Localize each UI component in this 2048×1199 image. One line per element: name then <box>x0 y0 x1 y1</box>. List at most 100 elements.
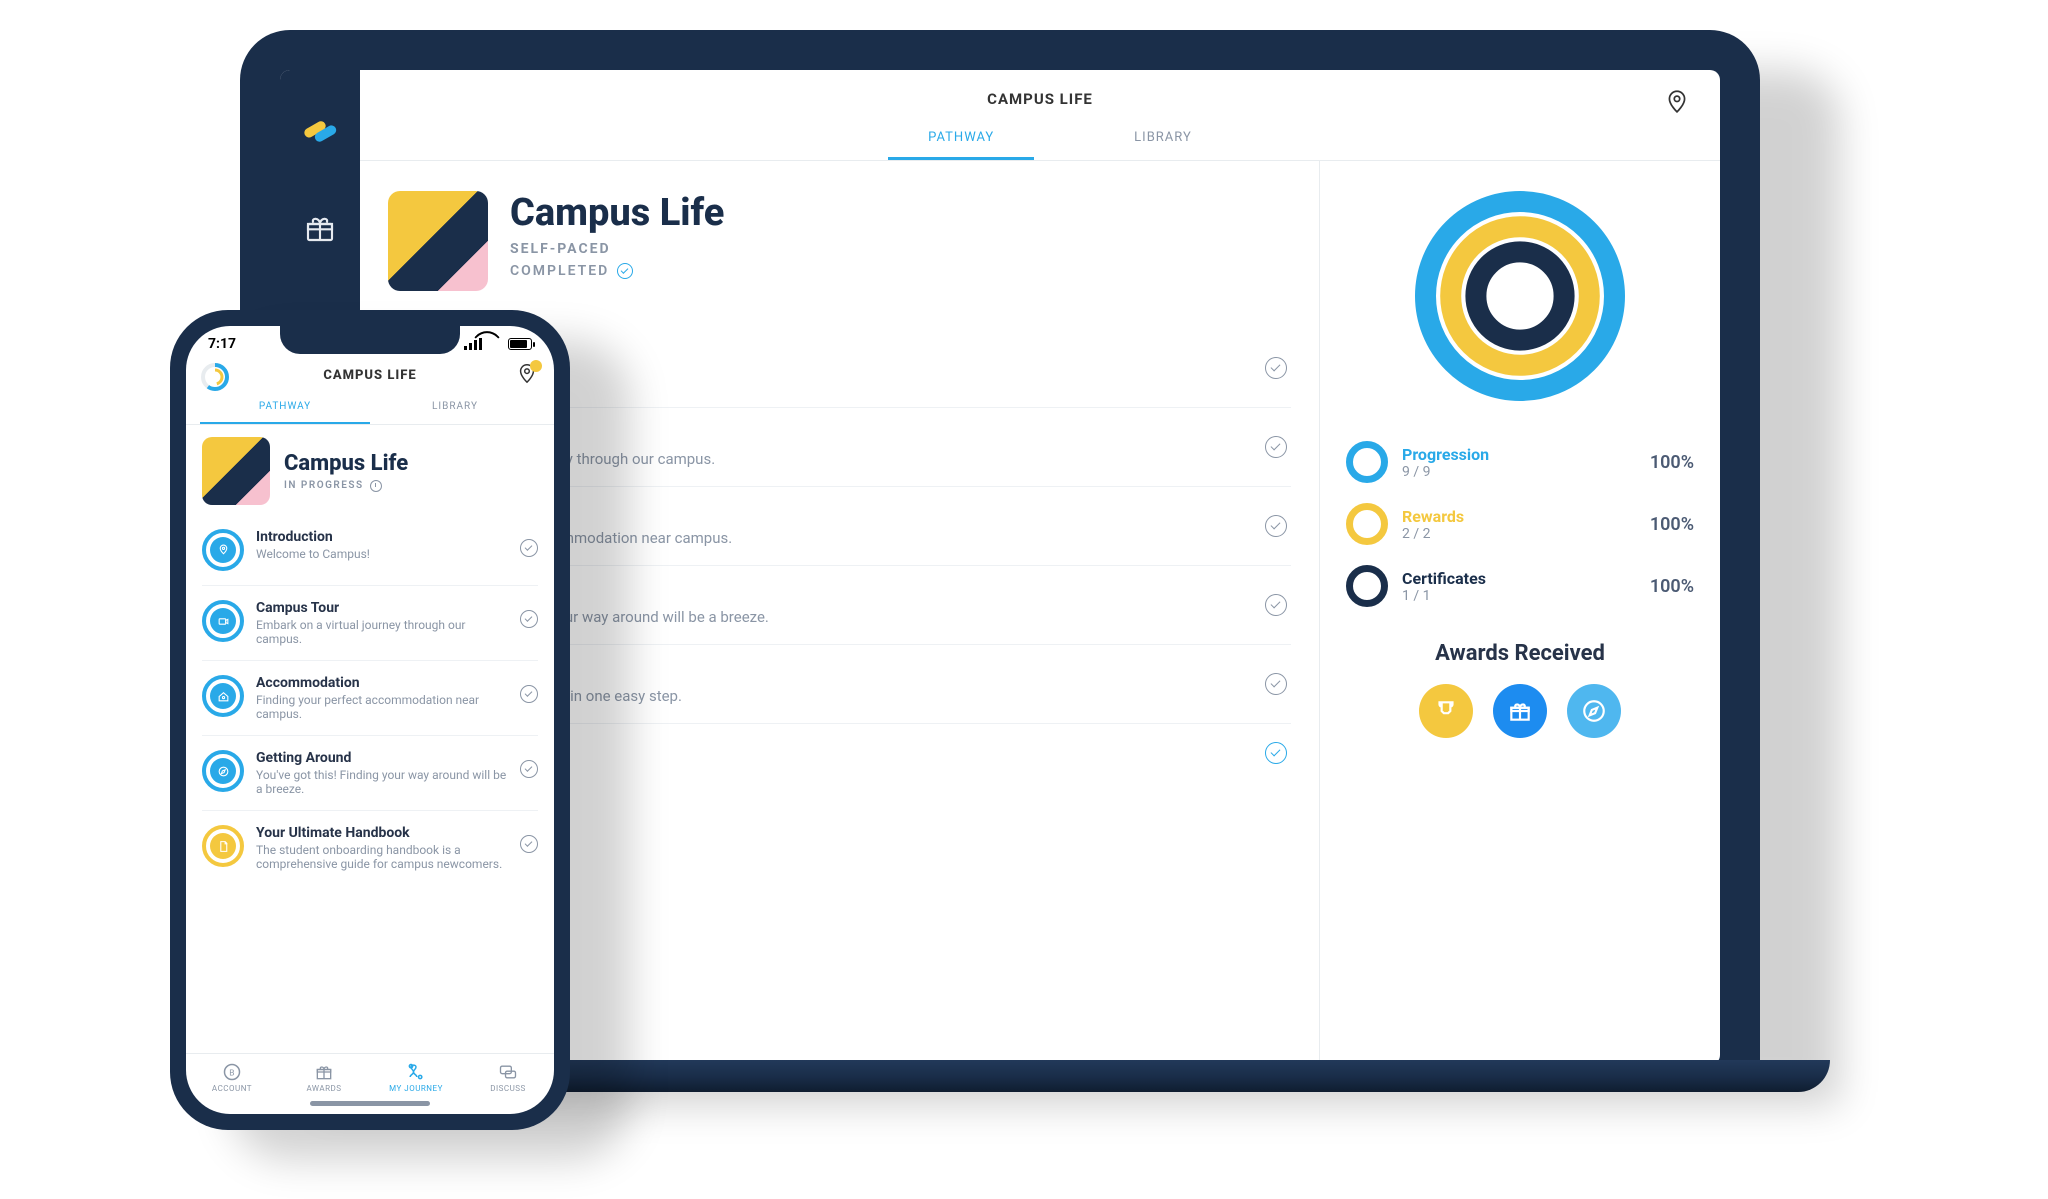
home-icon <box>202 675 244 717</box>
award-badge-cup-icon[interactable] <box>1419 684 1473 738</box>
item-subtitle: Welcome to Campus! <box>256 547 508 561</box>
check-circle-icon <box>1265 357 1287 379</box>
phone-tabs: PATHWAY LIBRARY <box>200 401 540 424</box>
progress-donut <box>1346 191 1694 401</box>
stat-progression: Progression 9 / 9 100% <box>1346 431 1694 493</box>
check-circle-icon <box>617 263 633 279</box>
check-circle-icon <box>520 539 538 557</box>
stat-value: 9 / 9 <box>1402 464 1636 480</box>
list-item[interactable]: Your Ultimate Handbook The student onboa… <box>202 811 538 885</box>
item-subtitle: The student onboarding handbook is a com… <box>256 843 508 871</box>
item-title: Introduction <box>256 529 508 545</box>
item-title: Your Ultimate Handbook <box>256 825 508 841</box>
check-circle-icon <box>520 610 538 628</box>
course-hero-text: Campus Life IN PROGRESS <box>284 451 408 492</box>
nav-label: MY JOURNEY <box>389 1084 443 1093</box>
ring-icon <box>1346 565 1388 607</box>
bottom-nav: B ACCOUNT AWARDS MY JOURNEY DISCUSS <box>186 1053 554 1097</box>
stat-percent: 100% <box>1650 514 1694 535</box>
check-circle-icon <box>520 685 538 703</box>
wifi-icon <box>487 338 503 350</box>
item-title: Accommodation <box>256 675 508 691</box>
list-item[interactable]: Campus Tour Embark on a virtual journey … <box>202 586 538 661</box>
course-hero-text: Campus Life SELF-PACED COMPLETED <box>510 191 724 279</box>
check-circle-icon <box>1265 742 1287 764</box>
course-type: SELF-PACED <box>510 241 724 257</box>
laptop-stats-panel: Progression 9 / 9 100% Rewards 2 / 2 1 <box>1320 161 1720 1065</box>
course-title: Campus Life <box>510 191 724 235</box>
compass-icon <box>202 750 244 792</box>
stat-label: Certificates <box>1402 569 1636 588</box>
nav-label: DISCUSS <box>490 1084 526 1093</box>
course-hero: Campus Life IN PROGRESS <box>202 437 538 505</box>
pin-icon <box>202 529 244 571</box>
phone-frame: 7:17 CAMPUS LIFE PATHWA <box>170 310 570 1130</box>
app-title: CAMPUS LIFE <box>360 90 1720 108</box>
home-indicator[interactable] <box>310 1101 430 1106</box>
course-title: Campus Life <box>284 451 408 476</box>
clock-icon <box>370 480 382 492</box>
tab-library[interactable]: LIBRARY <box>370 401 540 424</box>
location-pin-icon[interactable] <box>514 362 540 388</box>
tab-library[interactable]: LIBRARY <box>1134 130 1192 160</box>
check-circle-icon <box>1265 673 1287 695</box>
stat-value: 2 / 2 <box>1402 526 1636 542</box>
list-item[interactable]: Introduction Welcome to Campus! <box>202 515 538 586</box>
course-thumbnail <box>388 191 488 291</box>
nav-awards[interactable]: AWARDS <box>278 1062 370 1093</box>
pathway-list: Introduction Welcome to Campus! Campus T… <box>202 515 538 885</box>
app-logo[interactable] <box>299 110 341 152</box>
check-circle-icon <box>1265 594 1287 616</box>
course-hero: Campus Life SELF-PACED COMPLETED <box>388 191 1291 291</box>
statusbar-icons <box>464 336 532 352</box>
app-title: CAMPUS LIFE <box>200 368 540 383</box>
ring-icon <box>1346 503 1388 545</box>
video-icon <box>202 600 244 642</box>
item-subtitle: Embark on a virtual journey through our … <box>256 618 508 646</box>
award-badge-gift-icon[interactable] <box>1493 684 1547 738</box>
gift-icon[interactable] <box>304 212 336 244</box>
award-badges <box>1346 684 1694 738</box>
tab-pathway[interactable]: PATHWAY <box>200 401 370 424</box>
nav-discuss[interactable]: DISCUSS <box>462 1062 554 1093</box>
phone-notch <box>280 326 460 354</box>
course-status: COMPLETED <box>510 263 724 279</box>
awards-title: Awards Received <box>1346 641 1694 666</box>
award-badge-compass-icon[interactable] <box>1567 684 1621 738</box>
course-status: IN PROGRESS <box>284 480 408 492</box>
check-circle-icon <box>1265 436 1287 458</box>
laptop-tabs: PATHWAY LIBRARY <box>360 130 1720 160</box>
nav-label: ACCOUNT <box>212 1084 252 1093</box>
course-thumbnail <box>202 437 270 505</box>
phone-screen: 7:17 CAMPUS LIFE PATHWA <box>186 326 554 1114</box>
item-subtitle: Finding your perfect accommodation near … <box>256 693 508 721</box>
tab-pathway[interactable]: PATHWAY <box>888 130 1034 160</box>
stat-label: Progression <box>1402 445 1636 464</box>
battery-icon <box>508 338 532 350</box>
item-title: Campus Tour <box>256 600 508 616</box>
stat-rewards: Rewards 2 / 2 100% <box>1346 493 1694 555</box>
stat-percent: 100% <box>1650 576 1694 597</box>
stat-value: 1 / 1 <box>1402 588 1636 604</box>
svg-text:B: B <box>229 1068 235 1078</box>
course-status-label: IN PROGRESS <box>284 480 364 491</box>
laptop-header: CAMPUS LIFE PATHWAY LIBRARY <box>360 70 1720 161</box>
check-circle-icon <box>1265 515 1287 537</box>
list-item[interactable]: Accommodation Finding your perfect accom… <box>202 661 538 736</box>
notification-badge <box>530 360 542 372</box>
list-item[interactable]: Getting Around You've got this! Finding … <box>202 736 538 811</box>
progress-ring-icon[interactable] <box>200 362 230 392</box>
ring-icon <box>1346 441 1388 483</box>
stat-percent: 100% <box>1650 452 1694 473</box>
location-pin-icon[interactable] <box>1664 88 1690 114</box>
stat-label: Rewards <box>1402 507 1636 526</box>
stat-certificates: Certificates 1 / 1 100% <box>1346 555 1694 617</box>
check-circle-icon <box>520 835 538 853</box>
phone-body: Campus Life IN PROGRESS Introducti <box>186 425 554 1053</box>
phone-header: CAMPUS LIFE PATHWAY LIBRARY <box>186 352 554 425</box>
nav-account[interactable]: B ACCOUNT <box>186 1062 278 1093</box>
document-icon <box>202 825 244 867</box>
nav-my-journey[interactable]: MY JOURNEY <box>370 1062 462 1093</box>
course-status-label: COMPLETED <box>510 263 609 279</box>
nav-label: AWARDS <box>306 1084 341 1093</box>
